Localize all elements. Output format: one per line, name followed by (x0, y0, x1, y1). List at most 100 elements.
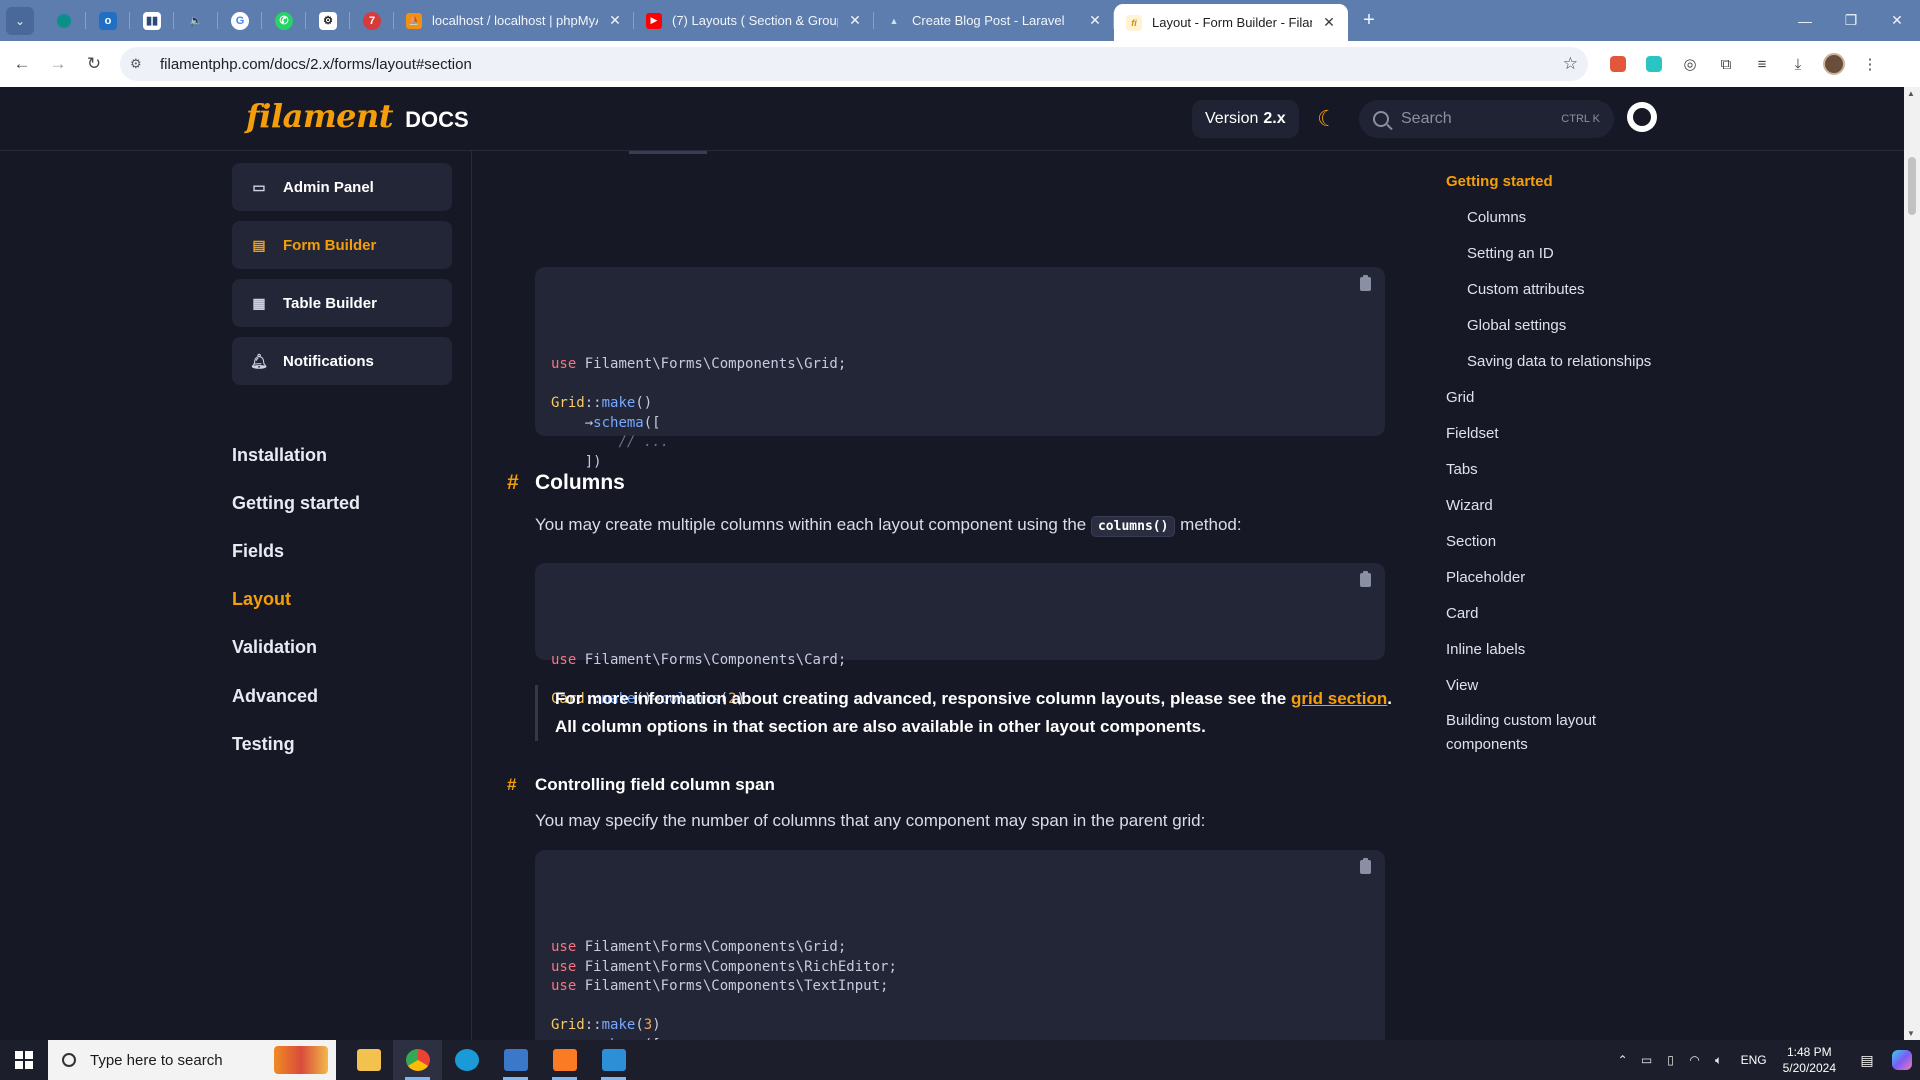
sidebar-link-validation[interactable]: Validation (232, 624, 360, 672)
pinned-tab-5[interactable]: G (218, 0, 262, 41)
sidebar-link-testing[interactable]: Testing (232, 720, 360, 768)
sidebar-link-layout[interactable]: Layout (232, 576, 360, 624)
sidebar-link-installation[interactable]: Installation (232, 431, 360, 479)
scroll-down-icon[interactable]: ▼ (1907, 1029, 1915, 1038)
extension-pen-icon[interactable] (1636, 46, 1672, 82)
code-block-column-span[interactable]: use Filament\Forms\Components\Grid; use F… (535, 850, 1385, 1040)
monitor-icon (503, 1049, 528, 1071)
taskbar-xampp[interactable] (540, 1040, 589, 1080)
toc-item-view[interactable]: View (1446, 667, 1696, 703)
volume-icon[interactable]: 🔈︎ (1707, 1053, 1731, 1068)
chevron-up-icon[interactable]: ⌃ (1611, 1053, 1635, 1067)
toc-item-section[interactable]: Section (1446, 523, 1696, 559)
taskbar-search-input[interactable]: Type here to search (48, 1040, 336, 1080)
new-tab-button[interactable]: + (1352, 9, 1386, 32)
toc-item-fieldset[interactable]: Fieldset (1446, 415, 1696, 451)
battery-icon[interactable]: ▭ (1635, 1053, 1659, 1067)
sidebar-link-fields[interactable]: Fields (232, 527, 360, 575)
sidebar-package-table-builder[interactable]: ▦ Table Builder (232, 279, 452, 327)
bookmark-star-icon[interactable]: ☆ (1563, 54, 1578, 74)
extension-megaphone-icon[interactable] (1600, 46, 1636, 82)
sidebar-package-notifications[interactable]: 🔔︎ Notifications (232, 337, 452, 385)
github-icon[interactable] (1627, 102, 1657, 132)
toc-item-placeholder[interactable]: Placeholder (1446, 559, 1696, 595)
toc-item-grid[interactable]: Grid (1446, 379, 1696, 415)
wifi-icon[interactable]: ◠ (1683, 1053, 1707, 1067)
close-icon[interactable]: ✕ (606, 12, 624, 29)
pinned-tab-6[interactable]: ✆ (262, 0, 306, 41)
minimize-icon[interactable]: — (1782, 0, 1828, 41)
scroll-up-icon[interactable]: ▲ (1907, 89, 1915, 98)
extensions-puzzle-icon[interactable]: ⧉ (1708, 46, 1744, 82)
toc-item-inline-labels[interactable]: Inline labels (1446, 631, 1696, 667)
tab-youtube[interactable]: ▶ (7) Layouts ( Section & Group) | ✕ (634, 0, 874, 41)
toc-item-building-custom-layout-components[interactable]: Building custom layout components (1446, 703, 1626, 757)
toc-item-custom-attributes[interactable]: Custom attributes (1446, 271, 1696, 307)
forward-button[interactable]: → (40, 46, 76, 82)
version-selector[interactable]: Version 2.x (1192, 100, 1299, 138)
toc-item-saving-data-to-relationships[interactable]: Saving data to relationships (1446, 343, 1696, 379)
restore-icon[interactable]: ❐ (1828, 0, 1874, 41)
sidebar-link-getting-started[interactable]: Getting started (232, 479, 360, 527)
grid-section-link[interactable]: grid section (1291, 689, 1387, 708)
copy-clipboard-icon[interactable] (1360, 275, 1371, 291)
download-icon[interactable]: ⤓ (1780, 46, 1816, 82)
sidebar-package-form-builder[interactable]: ▤ Form Builder (232, 221, 452, 269)
dark-mode-moon-icon[interactable]: ☾ (1310, 102, 1344, 136)
search-input[interactable]: Search CTRL K (1359, 100, 1614, 138)
tab-search-button[interactable]: ⌄ (6, 6, 34, 35)
url-text[interactable]: filamentphp.com/docs/2.x/forms/layout#se… (160, 56, 1563, 73)
system-clock[interactable]: 1:48 PM 5/20/2024 (1783, 1044, 1836, 1076)
toc-item-card[interactable]: Card (1446, 595, 1696, 631)
toc-item-columns[interactable]: Columns (1446, 199, 1696, 235)
site-info-icon[interactable]: ⚙ (130, 56, 152, 72)
toc-item-wizard[interactable]: Wizard (1446, 487, 1696, 523)
taskbar-file-explorer[interactable] (344, 1040, 393, 1080)
start-button[interactable] (0, 1040, 48, 1080)
toc-item-tabs[interactable]: Tabs (1446, 451, 1696, 487)
page-scrollbar[interactable]: ▲ ▼ (1904, 87, 1920, 1040)
tab-phpmyadmin[interactable]: ⛵ localhost / localhost | phpMyAdmin ✕ (394, 0, 634, 41)
menu-kebab-icon[interactable]: ⋮ (1852, 46, 1888, 82)
media-control-icon[interactable]: ≡ (1744, 46, 1780, 82)
code-block-grid[interactable]: use Filament\Forms\Components\Grid; Grid… (535, 267, 1385, 470)
tab-laravel[interactable]: ▲ Create Blog Post - Laravel ✕ (874, 0, 1114, 41)
pinned-tab-1[interactable] (42, 0, 86, 41)
taskbar-chrome[interactable] (393, 1040, 442, 1080)
pinned-tab-2[interactable]: o (86, 0, 130, 41)
code-block-card[interactable]: use Filament\Forms\Components\Card; Card… (535, 563, 1385, 707)
extension-circle-icon[interactable]: ◎ (1672, 46, 1708, 82)
device-icon[interactable]: ▯ (1659, 1053, 1683, 1067)
pinned-tab-7[interactable]: ⚙ (306, 0, 350, 41)
taskbar-vscode[interactable] (589, 1040, 638, 1080)
anchor-hash-icon[interactable]: # (507, 775, 535, 795)
address-bar[interactable]: ⚙ filamentphp.com/docs/2.x/forms/layout#… (120, 47, 1588, 81)
pinned-tab-8[interactable]: 7 (350, 0, 394, 41)
anchor-hash-icon[interactable]: # (507, 471, 535, 495)
toc-item-getting-started[interactable]: Getting started (1446, 163, 1696, 199)
sidebar-link-advanced[interactable]: Advanced (232, 672, 360, 720)
copilot-button[interactable] (1884, 1040, 1920, 1080)
close-window-icon[interactable]: ✕ (1874, 0, 1920, 41)
pinned-tab-3[interactable]: ▮▮ (130, 0, 174, 41)
scrollbar-thumb[interactable] (1908, 157, 1916, 215)
close-icon[interactable]: ✕ (1086, 12, 1104, 29)
site-header: filament DOCS Version 2.x ☾ Search CTRL … (0, 87, 1904, 151)
reload-button[interactable]: ↻ (76, 46, 112, 82)
tab-filament-active[interactable]: fi Layout - Form Builder - Filament ✕ (1114, 4, 1348, 41)
toc-item-setting-an-id[interactable]: Setting an ID (1446, 235, 1696, 271)
profile-avatar[interactable] (1816, 46, 1852, 82)
taskbar-remote-desktop[interactable] (491, 1040, 540, 1080)
back-button[interactable]: ← (4, 46, 40, 82)
taskbar-edge[interactable] (442, 1040, 491, 1080)
copy-clipboard-icon[interactable] (1360, 858, 1371, 874)
site-logo[interactable]: filament DOCS (246, 97, 469, 135)
toc-item-global-settings[interactable]: Global settings (1446, 307, 1696, 343)
sidebar-package-admin-panel[interactable]: ▭ Admin Panel (232, 163, 452, 211)
close-icon[interactable]: ✕ (1320, 14, 1338, 31)
pinned-tab-4[interactable]: 🔈 (174, 0, 218, 41)
close-icon[interactable]: ✕ (846, 12, 864, 29)
copy-clipboard-icon[interactable] (1360, 571, 1371, 587)
notifications-icon[interactable]: ▤ (1850, 1052, 1884, 1069)
language-indicator[interactable]: ENG (1741, 1053, 1767, 1067)
